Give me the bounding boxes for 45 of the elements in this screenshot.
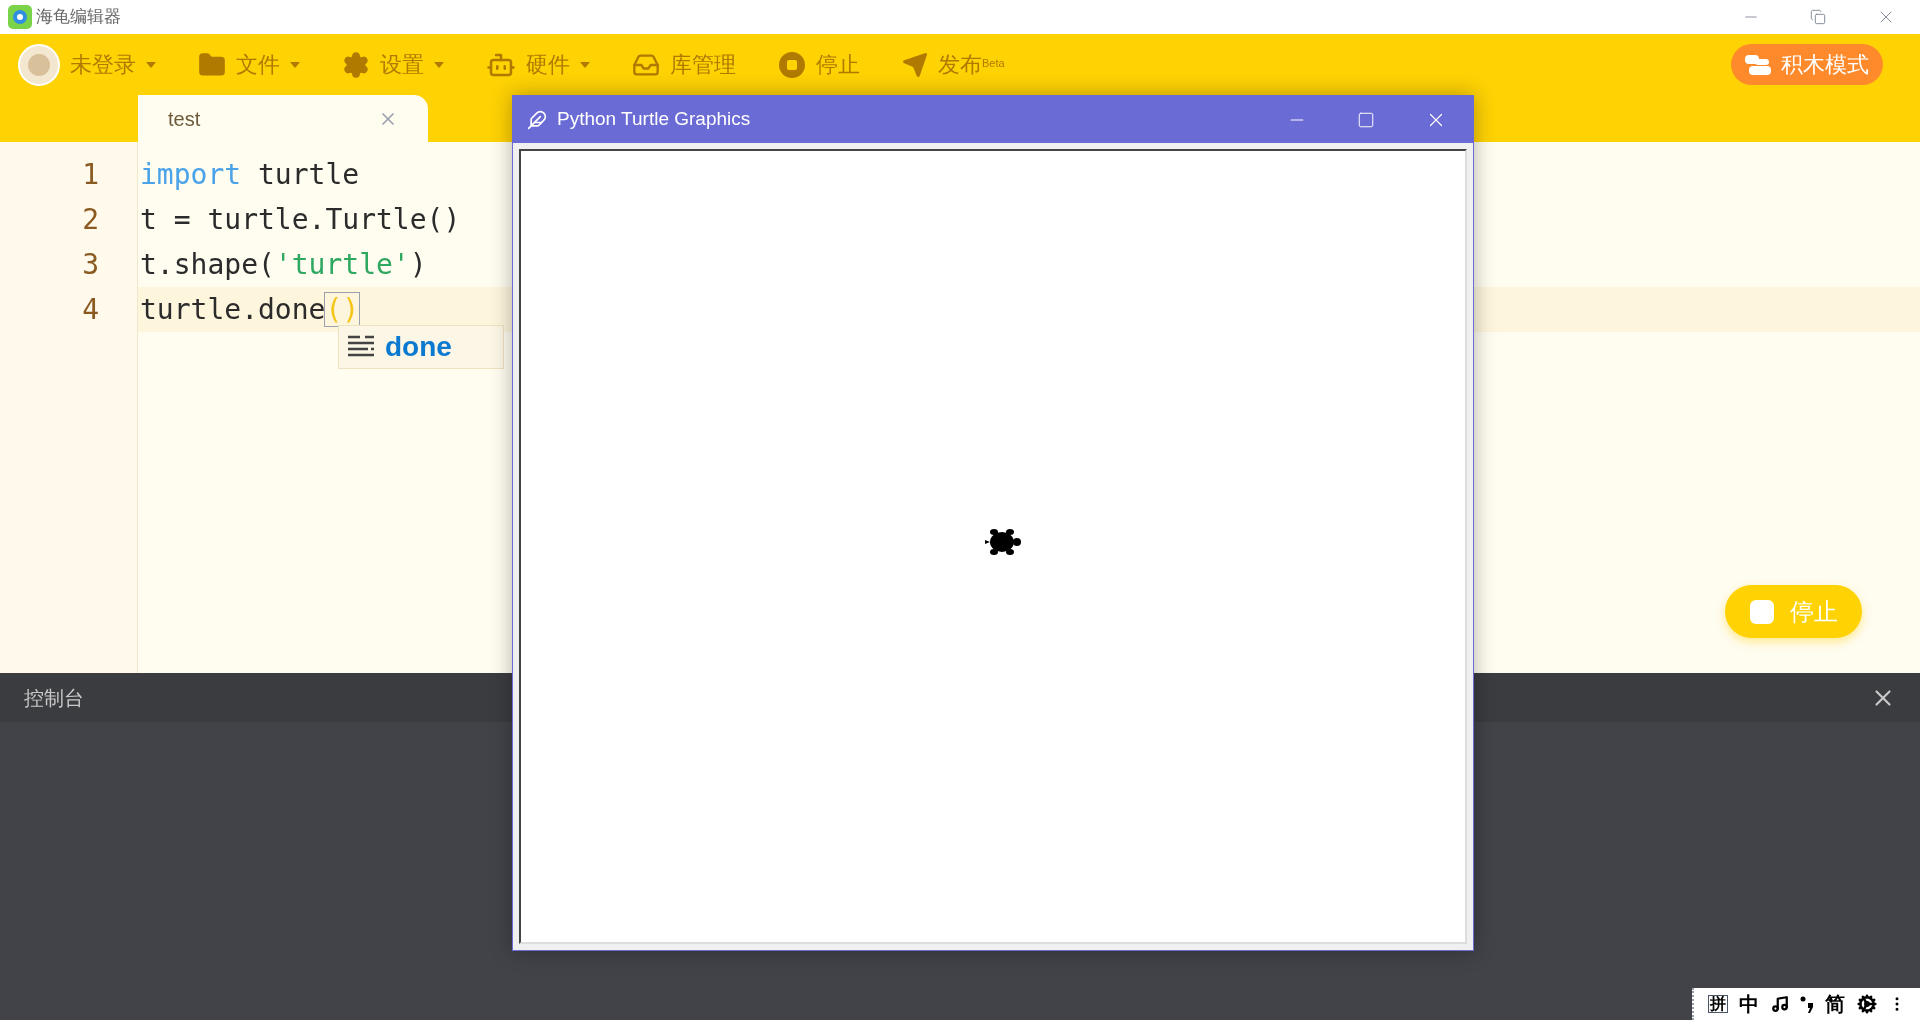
autocomplete-item[interactable]: done [339, 326, 503, 368]
send-icon [902, 51, 928, 78]
ime-mode[interactable]: 拼 [1707, 995, 1728, 1013]
restore-icon[interactable] [1810, 9, 1826, 25]
ime-mode[interactable]: 简 [1825, 994, 1846, 1014]
app-logo-icon [8, 5, 32, 29]
stop-button[interactable]: 停止 [1725, 585, 1862, 638]
block-mode-button[interactable]: 积木模式 [1731, 44, 1883, 85]
code-line: turtle.done() [140, 291, 360, 328]
caret-icon [434, 61, 444, 68]
menu-item[interactable]: 硬件 [486, 48, 590, 81]
avatar-icon [18, 43, 60, 86]
caret-icon [290, 61, 300, 68]
menu-item[interactable]: 未登录 [18, 43, 156, 86]
note-icon[interactable] [1770, 995, 1789, 1013]
menu-item[interactable]: 发布$^{Beta}$ [902, 48, 1005, 81]
punctuation-icon[interactable] [1799, 995, 1814, 1013]
feather-icon [527, 109, 547, 130]
text-lines-icon [347, 335, 377, 359]
caret-icon [146, 61, 156, 68]
stop-icon [1749, 599, 1774, 624]
line-number: 3 [82, 246, 99, 283]
code-line: t.shape('turtle') [140, 246, 427, 283]
ime-mode[interactable]: 中 [1739, 994, 1760, 1014]
maximize-icon[interactable] [1357, 110, 1375, 129]
code-line: import turtle [140, 156, 360, 193]
blocks-icon [1745, 54, 1771, 75]
line-number: 4 [82, 291, 99, 328]
line-number: 1 [82, 156, 99, 193]
console-title: 控制台 [24, 685, 84, 711]
folder-icon [198, 50, 226, 79]
editor-tab[interactable]: test [138, 95, 428, 142]
line-number: 2 [82, 201, 99, 238]
gear-icon[interactable] [1856, 994, 1877, 1014]
window-title: 海龟编辑器 [36, 6, 121, 29]
menu-item[interactable]: 文件 [198, 48, 300, 81]
stop-icon [778, 50, 806, 79]
turtle-icon [984, 526, 1024, 557]
menu-item[interactable]: 设置 [342, 48, 444, 81]
settings-icon [342, 50, 370, 79]
window-title: Python Turtle Graphics [557, 107, 751, 132]
code-line: t = turtle.Turtle() [140, 201, 461, 238]
menu-item[interactable]: 停止 [778, 48, 860, 81]
menu-item[interactable]: 库管理 [632, 48, 736, 81]
caret-icon [580, 61, 590, 68]
